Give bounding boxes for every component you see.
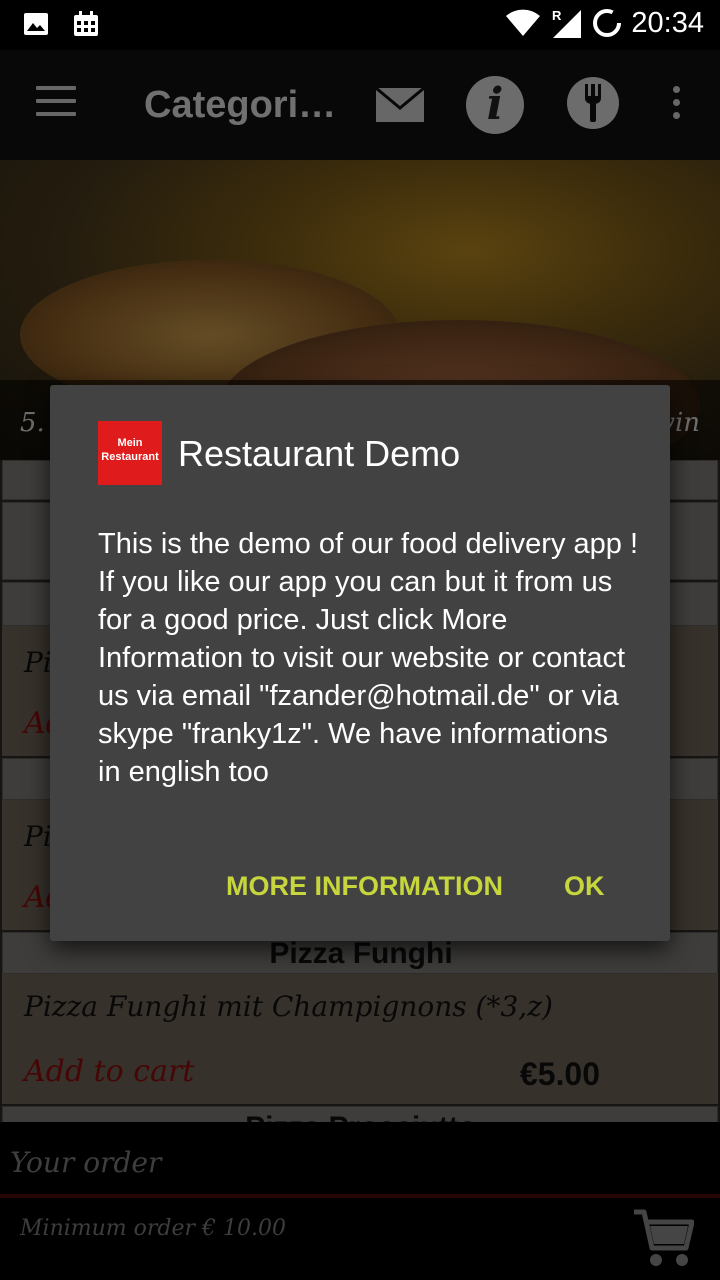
- dialog-title: Restaurant Demo: [178, 433, 461, 474]
- system-icons: R 20:34: [505, 6, 704, 40]
- app-logo: Mein Restaurant: [98, 421, 162, 485]
- more-information-button[interactable]: MORE INFORMATION: [226, 871, 503, 902]
- info-dialog: Mein Restaurant Restaurant Demo This is …: [50, 385, 670, 941]
- notification-icons: [22, 10, 100, 38]
- image-icon: [24, 13, 48, 35]
- wifi-icon: [506, 9, 541, 36]
- dialog-message: This is the demo of our food delivery ap…: [98, 528, 639, 788]
- roaming-label: R: [552, 8, 562, 23]
- app-logo-line2: Restaurant: [101, 451, 159, 463]
- clock: 20:34: [631, 6, 704, 39]
- ok-button[interactable]: OK: [564, 871, 605, 902]
- app-logo-line1: Mein: [117, 437, 143, 449]
- status-bar: R 20:34: [0, 0, 720, 50]
- calendar-icon: [74, 11, 98, 36]
- signal-icon: R: [552, 8, 582, 38]
- sync-icon: [593, 9, 622, 37]
